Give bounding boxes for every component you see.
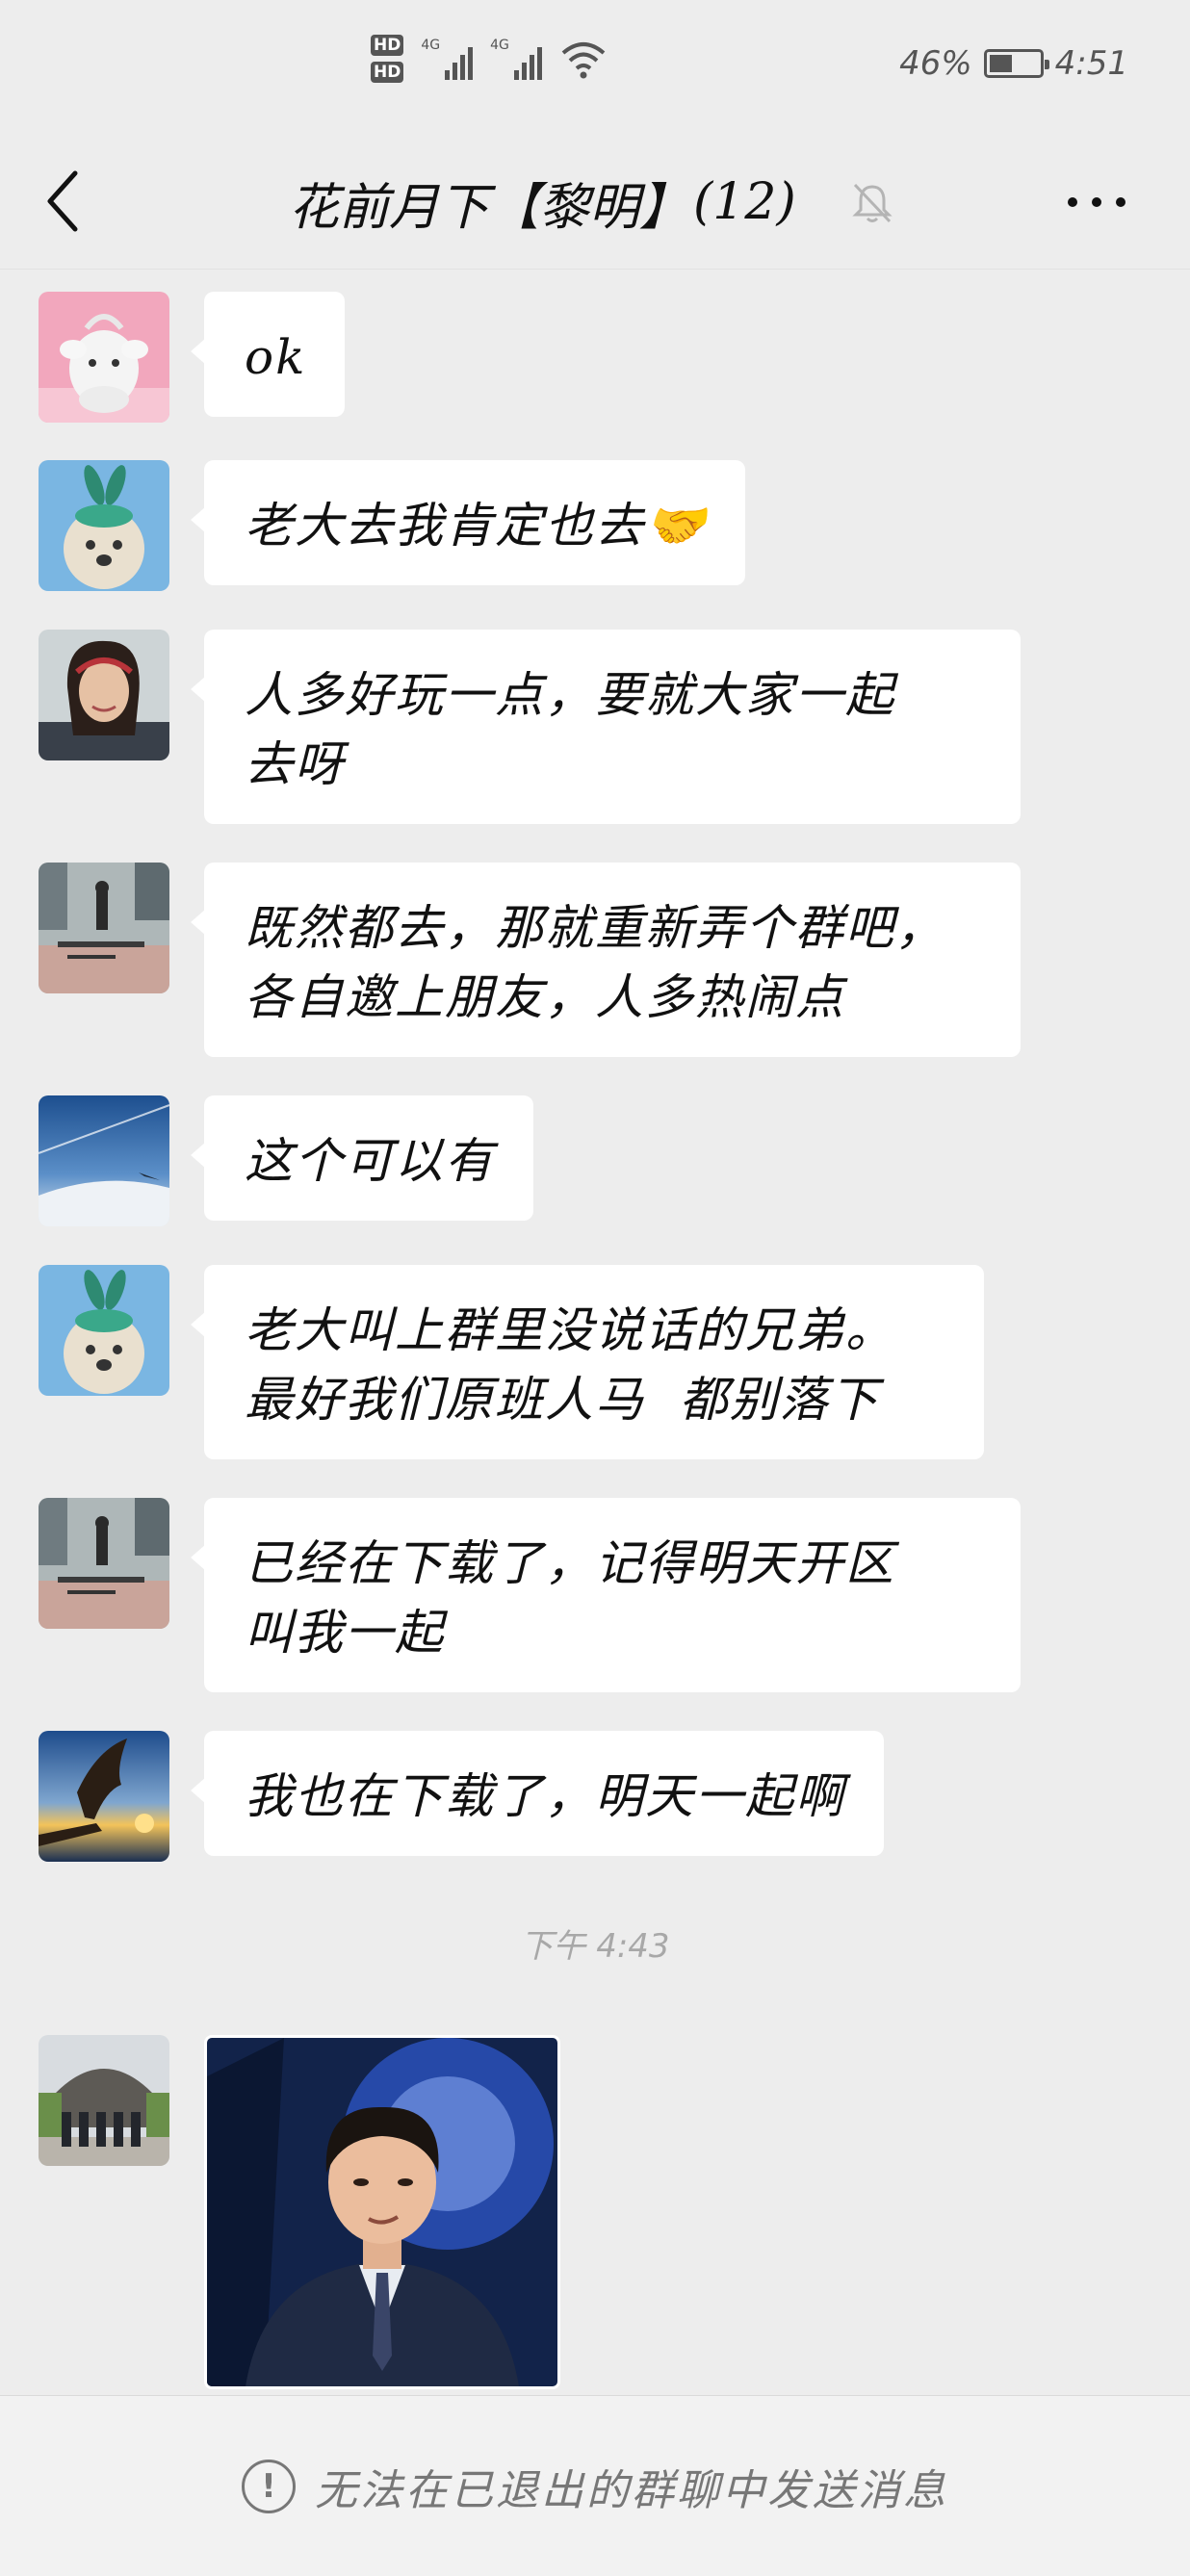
battery-percent: 46% <box>899 44 972 83</box>
chat-screen: HD HD 4G 4G 46% 4:51 花前月下【黎明】 (12) ok 老大… <box>0 0 1190 2576</box>
message-text-line: 已经在下载了，记得明天开区 <box>245 1535 895 1591</box>
message-text-line: 老大叫上群里没说话的兄弟。 <box>245 1302 895 1358</box>
message-text-line: 最好我们原班人马 都别落下 <box>245 1372 880 1428</box>
battery-time: 46% 4:51 <box>899 44 1128 83</box>
smiling-woman-avatar[interactable] <box>39 630 169 760</box>
message-text: 老大去我肯定也去🤝 <box>245 498 708 554</box>
rooftop-city-avatar[interactable] <box>39 1498 169 1629</box>
network-indicators: HD HD 4G 4G <box>371 35 608 83</box>
message-bubble[interactable]: ok <box>190 292 346 417</box>
message-text-line: 人多好玩一点，要就大家一起 <box>245 667 895 723</box>
signal-icon-2: 4G <box>490 38 542 80</box>
man-in-suit-sticker-image[interactable] <box>204 2035 560 2389</box>
timestamp: 下午 4:43 <box>520 1927 670 1966</box>
message-text-line: 叫我一起 <box>245 1605 445 1661</box>
status-bar: HD HD 4G 4G 46% 4:51 <box>0 0 1190 135</box>
pink-plush-toy-avatar[interactable] <box>39 292 169 423</box>
exclamation-circle-icon: ! <box>242 2460 296 2513</box>
dog-with-bunny-ears-avatar[interactable] <box>39 460 169 591</box>
chat-header: 花前月下【黎明】 (12) <box>0 135 1190 270</box>
group-name: 花前月下【黎明】 <box>289 178 690 237</box>
message-bubble[interactable]: 老大叫上群里没说话的兄弟。 最好我们原班人马 都别落下 <box>191 1265 984 1459</box>
message-text-line: 去呀 <box>245 736 345 792</box>
message-text-line: 各自邀上朋友，人多热闹点 <box>245 969 845 1025</box>
message-text-line: 既然都去，那就重新弄个群吧， <box>245 900 945 956</box>
more-dots-icon[interactable] <box>1063 183 1130 221</box>
battery-icon <box>983 49 1049 78</box>
message-bubble[interactable]: 这个可以有 <box>191 1095 533 1221</box>
rooftop-city-avatar[interactable] <box>39 863 169 993</box>
input-disabled-bar: ! 无法在已退出的群聊中发送消息 <box>0 2395 1190 2576</box>
message-text: ok <box>245 329 307 385</box>
message-text: 这个可以有 <box>245 1133 495 1189</box>
clock: 4:51 <box>1054 44 1128 83</box>
bell-off-icon <box>852 183 892 223</box>
message-bubble[interactable]: 我也在下载了，明天一起啊 <box>191 1731 884 1856</box>
message-bubble[interactable]: 人多好玩一点，要就大家一起 去呀 <box>191 630 1021 824</box>
eagle-sunset-avatar[interactable] <box>39 1731 169 1862</box>
wifi-icon <box>561 42 606 79</box>
signal-icon-1: 4G <box>421 38 474 80</box>
message-text: 我也在下载了，明天一起啊 <box>245 1768 845 1824</box>
cannot-send-notice: 无法在已退出的群聊中发送消息 <box>315 2466 948 2515</box>
member-count: (12) <box>693 173 796 231</box>
airplane-sky-avatar[interactable] <box>39 1095 169 1226</box>
chevron-left-icon[interactable] <box>42 167 85 235</box>
chat-title: 花前月下【黎明】 (12) <box>289 135 828 270</box>
hd-badge-1: HD <box>371 35 404 56</box>
network-type-2: 4G <box>490 38 509 53</box>
dog-with-bunny-ears-avatar[interactable] <box>39 1265 169 1396</box>
message-bubble[interactable]: 既然都去，那就重新弄个群吧， 各自邀上朋友，人多热闹点 <box>191 863 1021 1057</box>
message-bubble[interactable]: 已经在下载了，记得明天开区 叫我一起 <box>191 1498 1021 1692</box>
network-type-1: 4G <box>421 38 441 53</box>
message-bubble[interactable]: 老大去我肯定也去🤝 <box>190 460 746 585</box>
group-photo-building-avatar[interactable] <box>39 2035 169 2166</box>
hd-badge-2: HD <box>371 62 404 83</box>
